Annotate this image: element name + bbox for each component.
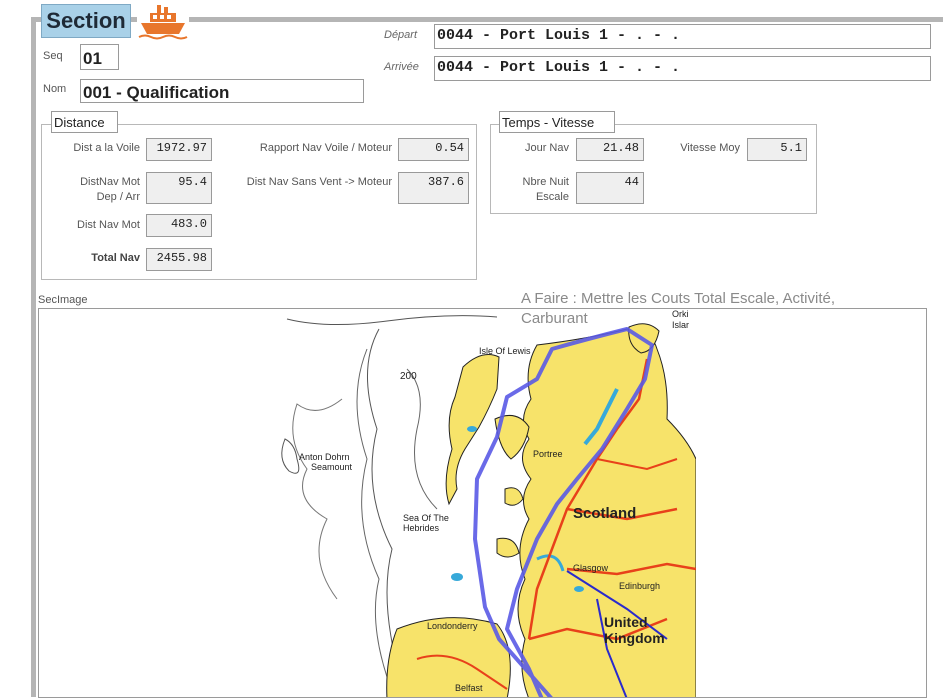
map-label-depth: 200 bbox=[400, 371, 417, 382]
distnav-mot-field[interactable]: 95.4 bbox=[146, 172, 212, 204]
distnav-mot-label-line2: Dep / Arr bbox=[96, 191, 140, 203]
map-label-scotland: Scotland bbox=[573, 505, 636, 522]
vitesse-moy-label: Vitesse Moy bbox=[680, 142, 740, 154]
map-label-kingdom: Kingdom bbox=[604, 630, 665, 646]
sans-vent-field[interactable]: 387.6 bbox=[398, 172, 469, 204]
rapport-label: Rapport Nav Voile / Moteur bbox=[259, 142, 392, 154]
todo-note: A Faire : Mettre les Couts Total Escale,… bbox=[521, 290, 836, 327]
vitesse-moy-field[interactable]: 5.1 bbox=[747, 138, 807, 161]
route-map: Isle Of Lewis 200 Anton Dohrn Seamount P… bbox=[267, 309, 697, 697]
nom-field[interactable]: 001 - Qualification bbox=[80, 79, 364, 103]
total-nav-field[interactable]: 2455.98 bbox=[146, 248, 212, 271]
distnav-mot-label-line1: DistNav Mot bbox=[80, 176, 140, 188]
arrivee-label: Arrivée bbox=[384, 61, 419, 73]
rapport-field[interactable]: 0.54 bbox=[398, 138, 469, 161]
jour-nav-label: Jour Nav bbox=[524, 142, 569, 154]
total-nav-label: Total Nav bbox=[91, 252, 140, 264]
temps-vitesse-tab[interactable]: Temps - Vitesse bbox=[499, 111, 615, 133]
depart-label: Départ bbox=[384, 29, 418, 41]
dist-voile-field[interactable]: 1972.97 bbox=[146, 138, 212, 161]
map-label-sea-hebrides-1: Sea Of The bbox=[403, 513, 449, 523]
seq-label: Seq bbox=[43, 50, 63, 62]
jour-nav-field[interactable]: 21.48 bbox=[576, 138, 644, 161]
arrivee-field[interactable]: 0044 - Port Louis 1 - . - . bbox=[434, 56, 931, 81]
map-label-sea-hebrides-2: Hebrides bbox=[403, 523, 440, 533]
seq-field[interactable]: 01 bbox=[80, 44, 119, 70]
map-label-glasgow: Glasgow bbox=[573, 563, 609, 573]
map-label-anton: Anton Dohrn bbox=[299, 452, 350, 462]
dist-nav-mot-label: Dist Nav Mot bbox=[77, 219, 140, 231]
ship-icon bbox=[137, 0, 189, 44]
nuit-escale-label-line1: Nbre Nuit bbox=[522, 176, 569, 188]
depart-field[interactable]: 0044 - Port Louis 1 - . - . bbox=[434, 24, 931, 49]
section-title: Section bbox=[41, 4, 131, 38]
map-label-portree: Portree bbox=[533, 449, 563, 459]
dist-voile-label: Dist a la Voile bbox=[73, 142, 140, 154]
map-label-united: United bbox=[604, 614, 648, 630]
sans-vent-label: Dist Nav Sans Vent -> Moteur bbox=[246, 176, 392, 188]
nuit-escale-label-line2: Escale bbox=[535, 191, 569, 203]
secimage-label: SecImage bbox=[38, 294, 88, 306]
nom-label: Nom bbox=[43, 83, 67, 95]
nuit-escale-field[interactable]: 44 bbox=[576, 172, 644, 204]
nuit-escale-label: Nbre Nuit Escale bbox=[500, 175, 569, 205]
map-label-edinburgh: Edinburgh bbox=[619, 581, 660, 591]
map-label-belfast: Belfast bbox=[455, 683, 483, 693]
dist-nav-mot-field[interactable]: 483.0 bbox=[146, 214, 212, 237]
distance-tab[interactable]: Distance bbox=[51, 111, 118, 133]
map-label-lewis: Isle Of Lewis bbox=[479, 346, 531, 356]
map-label-seamount: Seamount bbox=[311, 462, 353, 472]
secimage-frame[interactable]: Isle Of Lewis 200 Anton Dohrn Seamount P… bbox=[38, 308, 927, 698]
distnav-mot-label: DistNav Mot Dep / Arr bbox=[52, 175, 140, 205]
map-label-londonderry: Londonderry bbox=[427, 621, 478, 631]
